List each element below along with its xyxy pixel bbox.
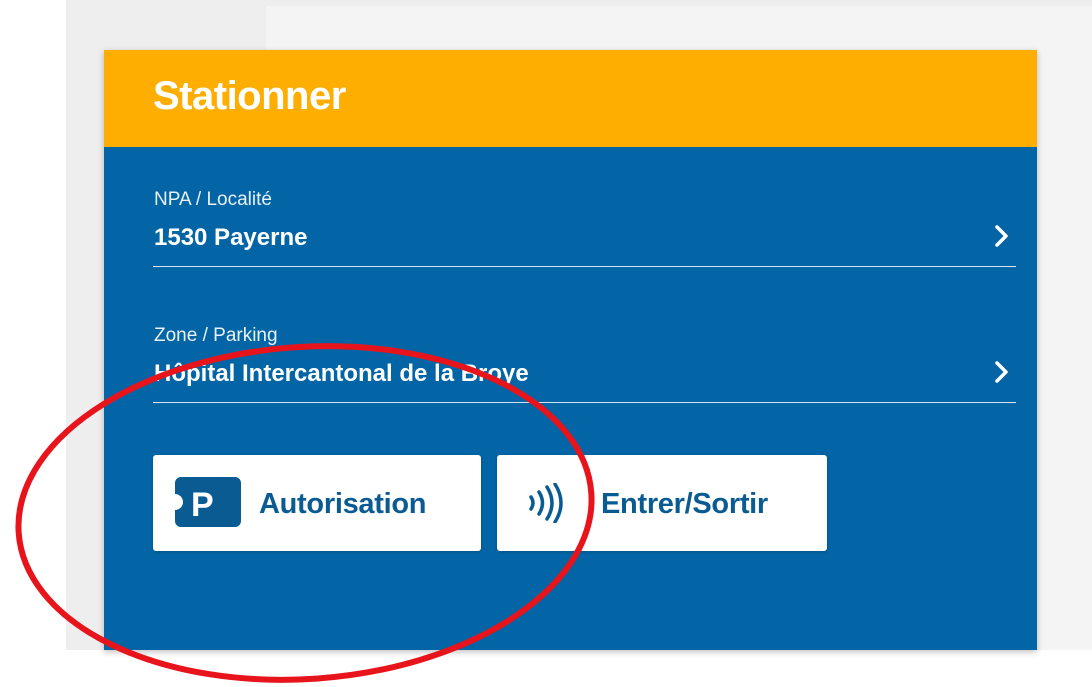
parking-permit-icon: P xyxy=(175,477,241,527)
authorization-button-label: Autorisation xyxy=(259,488,427,520)
zone-field[interactable]: Zone / Parking Hôpital Intercantonal de … xyxy=(153,322,1016,403)
locality-field[interactable]: NPA / Localité 1530 Payerne xyxy=(153,186,1016,267)
chevron-right-icon xyxy=(995,361,1008,383)
locality-value: 1530 Payerne xyxy=(154,224,308,251)
card-header: Stationner xyxy=(104,50,1037,147)
parking-card: Stationner NPA / Localité 1530 Payerne Z… xyxy=(104,50,1037,650)
nfc-contactless-icon xyxy=(529,483,563,523)
authorization-button[interactable]: P Autorisation xyxy=(153,455,481,551)
zone-label: Zone / Parking xyxy=(154,325,278,346)
enter-exit-button-label: Entrer/Sortir xyxy=(601,488,768,520)
locality-label: NPA / Localité xyxy=(154,189,272,210)
svg-text:P: P xyxy=(191,486,214,524)
chevron-right-icon xyxy=(995,225,1008,247)
zone-value: Hôpital Intercantonal de la Broye xyxy=(154,360,529,387)
screenshot-stage: Stationner NPA / Localité 1530 Payerne Z… xyxy=(0,0,1092,687)
card-title: Stationner xyxy=(153,74,346,118)
enter-exit-button[interactable]: Entrer/Sortir xyxy=(497,455,827,551)
